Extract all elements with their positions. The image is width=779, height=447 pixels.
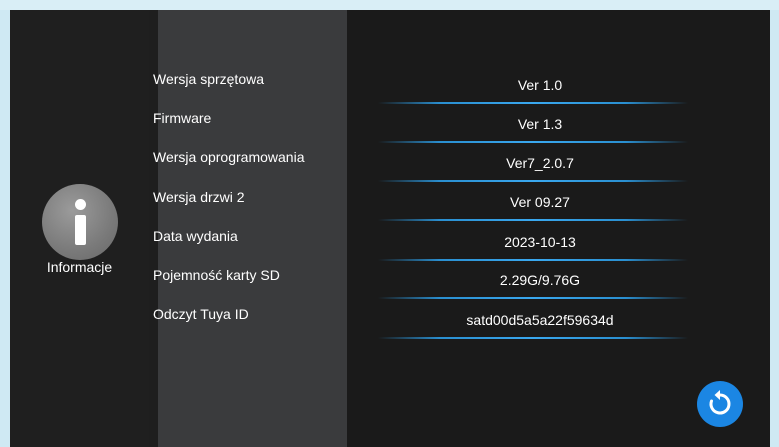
label-release-date: Data wydania bbox=[153, 228, 238, 244]
separator bbox=[378, 337, 688, 339]
label-hardware-version: Wersja sprzętowa bbox=[153, 71, 265, 87]
value-hardware-version: Ver 1.0 bbox=[517, 77, 563, 93]
sidebar-label: Informacje bbox=[46, 259, 113, 275]
refresh-icon bbox=[709, 390, 731, 415]
info-icon-bar bbox=[75, 215, 86, 245]
separator bbox=[378, 141, 688, 143]
label-tuya-id[interactable]: Odczyt Tuya ID bbox=[153, 306, 249, 322]
device-screen bbox=[10, 10, 770, 447]
value-release-date: 2023-10-13 bbox=[504, 234, 576, 250]
value-sd-capacity: 2.29G/9.76G bbox=[499, 272, 581, 288]
bezel-top bbox=[0, 0, 779, 10]
refresh-button[interactable] bbox=[697, 381, 743, 427]
info-icon-dot bbox=[75, 199, 86, 210]
separator bbox=[378, 297, 688, 299]
label-sd-capacity: Pojemność karty SD bbox=[153, 267, 280, 283]
value-firmware: Ver 1.3 bbox=[517, 116, 563, 132]
label-firmware: Firmware bbox=[153, 110, 212, 126]
values-column bbox=[347, 10, 770, 447]
value-door-version: Ver 09.27 bbox=[510, 194, 570, 210]
info-icon[interactable] bbox=[42, 184, 118, 260]
label-software-version: Wersja oprogramowania bbox=[153, 149, 305, 165]
separator bbox=[378, 259, 688, 261]
separator bbox=[378, 180, 688, 182]
value-tuya-id: satd00d5a5a22f59634d bbox=[466, 312, 614, 328]
value-software-version: Ver7_2.0.7 bbox=[506, 155, 574, 171]
separator bbox=[378, 219, 688, 221]
separator bbox=[378, 102, 688, 104]
label-door-version: Wersja drzwi 2 bbox=[153, 189, 245, 205]
